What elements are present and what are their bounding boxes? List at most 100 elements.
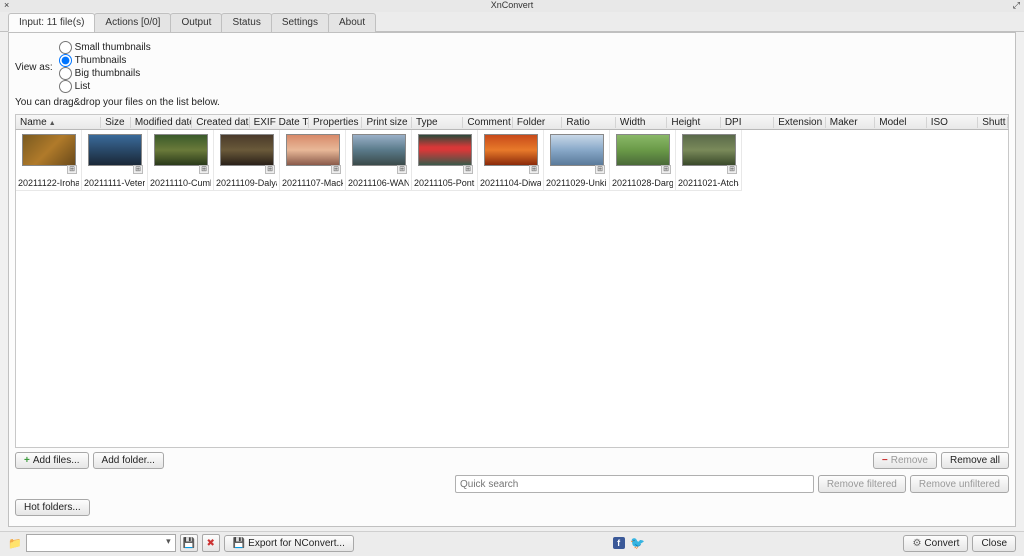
thumbnail-label: 20211109-DalyanT... <box>216 178 277 188</box>
minus-icon: − <box>882 455 888 466</box>
thumbnail-label: 20211104-DiwaliLi... <box>480 178 541 188</box>
convert-button[interactable]: ⚙Convert <box>903 535 968 552</box>
column-header-width[interactable]: Width <box>616 117 667 128</box>
thumbnail-item[interactable]: ⊞ 20211021-Atchafal... <box>676 130 742 191</box>
preset-combo[interactable] <box>26 534 176 552</box>
column-header-exif-date-taken[interactable]: EXIF Date Taken <box>250 117 309 128</box>
column-header-comment[interactable]: Comment <box>463 117 513 128</box>
column-header-extension[interactable]: Extension <box>774 117 825 128</box>
column-header-created-date[interactable]: Created date <box>192 117 249 128</box>
thumbnail-image <box>418 134 472 166</box>
viewas-option-3[interactable]: List <box>59 80 151 93</box>
thumbnail-badge-icon: ⊞ <box>727 165 737 174</box>
thumbnail-badge-icon: ⊞ <box>397 165 407 174</box>
twitter-icon[interactable]: 🐦 <box>631 537 645 549</box>
remove-button[interactable]: −Remove <box>873 452 937 469</box>
plus-icon: + <box>24 455 30 466</box>
drop-hint: You can drag&drop your files on the list… <box>15 95 1009 114</box>
column-header-maker[interactable]: Maker <box>826 117 876 128</box>
export-nconvert-button[interactable]: 💾Export for NConvert... <box>224 535 354 552</box>
bottom-toolbar: 📁 💾 ✖ 💾Export for NConvert... f 🐦 ⚙Conve… <box>0 531 1024 556</box>
column-header-properties[interactable]: Properties <box>309 117 362 128</box>
window-maximize-icon[interactable]: ⤢ <box>1013 0 1020 11</box>
add-remove-row: +Add files... Add folder... −Remove Remo… <box>15 448 1009 473</box>
thumbnail-item[interactable]: ⊞ 20211111-Veterans... <box>82 130 148 191</box>
add-folder-button[interactable]: Add folder... <box>93 452 164 469</box>
window-titlebar: × XnConvert ⤢ <box>0 0 1024 12</box>
close-button[interactable]: Close <box>972 535 1016 552</box>
column-header-name[interactable]: Name▲ <box>16 117 101 128</box>
thumbnail-image <box>682 134 736 166</box>
remove-unfiltered-button[interactable]: Remove unfiltered <box>910 475 1009 493</box>
remove-filtered-button[interactable]: Remove filtered <box>818 475 906 493</box>
thumbnail-image <box>88 134 142 166</box>
viewas-option-1[interactable]: Thumbnails <box>59 54 151 67</box>
search-row: Remove filtered Remove unfiltered <box>15 473 1009 495</box>
thumbnail-image <box>286 134 340 166</box>
floppy-icon: 💾 <box>182 538 194 549</box>
viewas-option-0[interactable]: Small thumbnails <box>59 41 151 54</box>
thumbnail-item[interactable]: ⊞20211122-Irohazak... <box>16 130 82 191</box>
quick-search-input[interactable] <box>455 475 814 493</box>
tab-1[interactable]: Actions [0/0] <box>94 13 171 32</box>
remove-all-button[interactable]: Remove all <box>941 452 1009 469</box>
column-header-dpi[interactable]: DPI <box>721 117 774 128</box>
column-header-shutt[interactable]: Shutt <box>978 117 1008 128</box>
viewas-radio-1[interactable] <box>59 54 72 67</box>
thumbnail-label: 20211107-MackArc... <box>282 178 343 188</box>
hot-folders-button[interactable]: Hot folders... <box>15 499 90 516</box>
thumbnail-item[interactable]: ⊞20211107-MackArc... <box>280 130 346 191</box>
thumbnail-item[interactable]: ⊞20211110-Cumberl... <box>148 130 214 191</box>
thumbnail-label: 20211021-Atchafal... <box>678 178 739 188</box>
column-header-ratio[interactable]: Ratio <box>562 117 615 128</box>
sort-arrow-icon: ▲ <box>49 120 56 127</box>
viewas-radio-0[interactable] <box>59 41 72 54</box>
thumbnail-item[interactable]: ⊞20211028-Dargavs... <box>610 130 676 191</box>
column-header-type[interactable]: Type <box>412 117 463 128</box>
thumbnail-label: 20211110-Cumberl... <box>150 178 211 188</box>
column-header-model[interactable]: Model <box>875 117 926 128</box>
thumbnail-label: 20211105-PontRou... <box>414 178 475 188</box>
thumbnail-item[interactable]: ⊞20211029-Unkindn... <box>544 130 610 191</box>
thumbnail-image <box>616 134 670 166</box>
column-header-iso[interactable]: ISO <box>927 117 978 128</box>
delete-icon: ✖ <box>207 538 215 549</box>
tab-3[interactable]: Status <box>221 13 271 32</box>
social-links: f 🐦 <box>613 537 645 549</box>
facebook-icon[interactable]: f <box>613 537 625 549</box>
thumbnail-item[interactable]: ⊞20211109-DalyanT... <box>214 130 280 191</box>
column-header-size[interactable]: Size <box>101 117 131 128</box>
hot-folders-row: Hot folders... <box>15 495 1009 520</box>
viewas-option-2[interactable]: Big thumbnails <box>59 67 151 80</box>
thumbnail-label: 20211029-Unkindn... <box>546 178 607 188</box>
tab-5[interactable]: About <box>328 13 376 32</box>
thumbnail-label: 20211028-Dargavs... <box>612 178 673 188</box>
tab-0[interactable]: Input: 11 file(s) <box>8 13 95 32</box>
delete-preset-button[interactable]: ✖ <box>202 534 220 552</box>
window-close-icon[interactable]: × <box>4 0 9 10</box>
thumbnail-badge-icon: ⊞ <box>133 165 143 174</box>
add-files-button[interactable]: +Add files... <box>15 452 89 469</box>
viewas-radio-3[interactable] <box>59 80 72 93</box>
thumbnail-item[interactable]: ⊞20211106-WANum... <box>346 130 412 191</box>
column-header-print-size[interactable]: Print size <box>362 117 412 128</box>
window-title: XnConvert <box>491 0 534 10</box>
column-header-height[interactable]: Height <box>667 117 720 128</box>
thumbnail-badge-icon: ⊞ <box>463 165 473 174</box>
input-panel: View as: Small thumbnails Thumbnails Big… <box>8 32 1016 527</box>
column-header-folder[interactable]: Folder <box>513 117 563 128</box>
column-headers: Name▲SizeModified dateCreated dateEXIF D… <box>15 114 1009 130</box>
thumbnail-item[interactable]: ⊞20211104-DiwaliLi... <box>478 130 544 191</box>
save-preset-button[interactable]: 💾 <box>180 534 198 552</box>
thumbnail-image <box>484 134 538 166</box>
thumbnail-image <box>550 134 604 166</box>
column-header-modified-date[interactable]: Modified date <box>131 117 192 128</box>
folder-icon[interactable]: 📁 <box>8 537 22 550</box>
thumbnail-label: 20211111-Veterans... <box>84 178 145 188</box>
tab-4[interactable]: Settings <box>271 13 329 32</box>
thumbnail-grid[interactable]: ⊞20211122-Irohazak...⊞20211111-Veterans.… <box>15 130 1009 448</box>
tab-2[interactable]: Output <box>170 13 222 32</box>
thumbnail-item[interactable]: ⊞ 20211105-PontRou... <box>412 130 478 191</box>
viewas-radio-2[interactable] <box>59 67 72 80</box>
thumbnail-badge-icon: ⊞ <box>67 165 77 174</box>
